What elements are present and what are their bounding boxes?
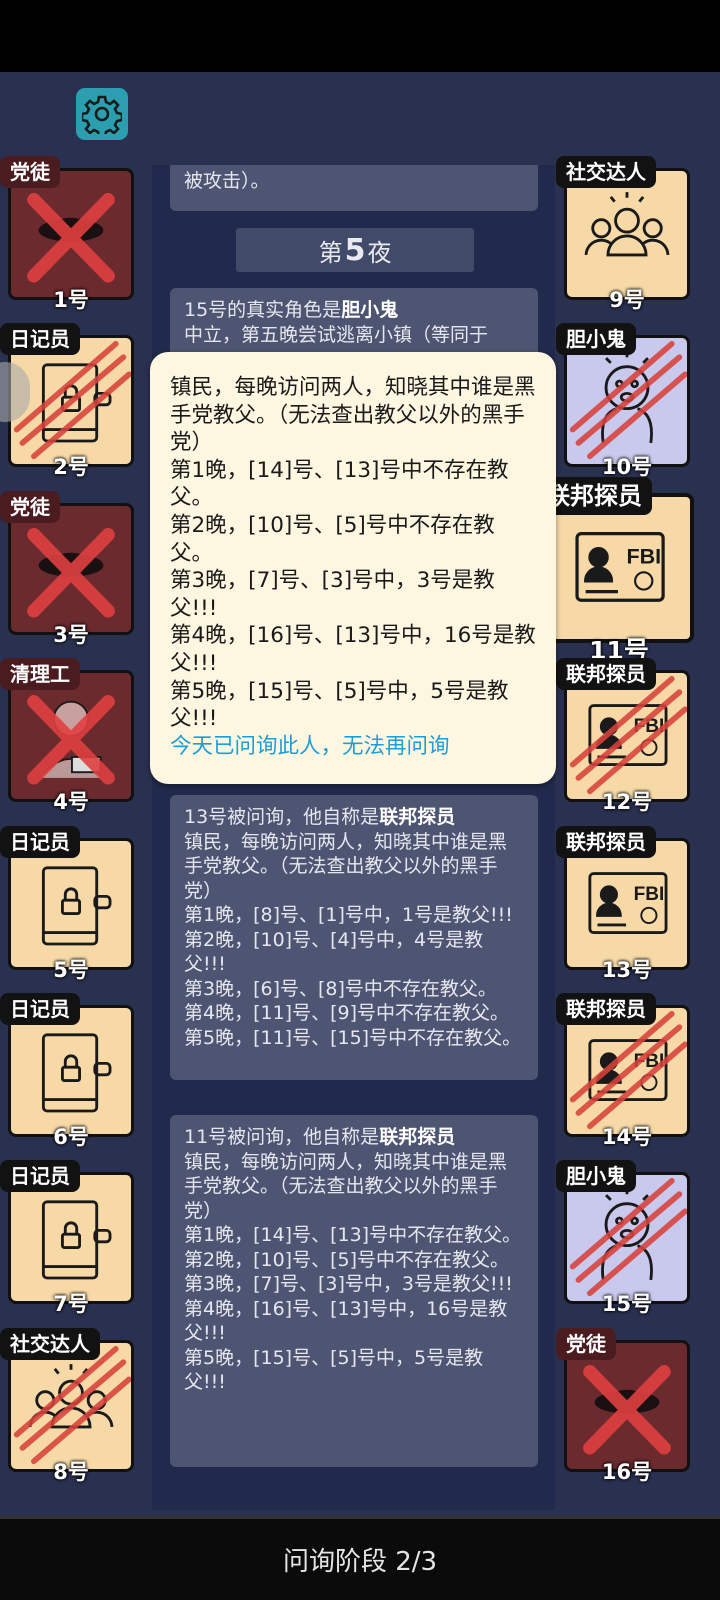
phase-bar: 问询阶段 2/3 [0,1516,720,1600]
player-number: 1号 [53,288,89,312]
inquiry-message-11: 11号被问询，他自称是联邦探员 镇民，每晚访问两人，知晓其中谁是黑手党教父。（无… [170,1115,538,1467]
diary-lock-icon [41,866,112,946]
player-card-14号[interactable]: FBI 联邦探员 14号 [556,993,690,1149]
role-tag: 清理工 [0,658,80,690]
coward-icon [601,351,653,444]
player-card-9号[interactable]: 社交达人 9号 [556,156,690,312]
svg-text:FBI: FBI [627,545,662,569]
player-number: 13号 [601,958,653,982]
gear-icon [82,95,122,134]
player-card-1号[interactable]: 党徒 1号 [0,156,134,312]
player-card-15号[interactable]: 胆小鬼 15号 [556,1160,690,1316]
night-title: 第 5 夜 [236,228,474,272]
player-number: 5号 [53,958,89,982]
diary-lock-icon [41,1200,112,1280]
role-tag: 联邦探员 [556,658,656,690]
role-tag: 联邦探员 [556,826,656,858]
diary-lock-icon [41,1033,112,1113]
inquiry-message-13: 13号被问询，他自称是联邦探员 镇民，每晚访问两人，知晓其中谁是黑手党教父。（无… [170,795,538,1080]
player-card-8号[interactable]: 社交达人 8号 [0,1328,134,1484]
role-tag: 党徒 [0,156,60,188]
role-tag: 联邦探员 [556,993,656,1025]
player-card-7号[interactable]: 日记员 7号 [0,1160,134,1316]
status-bar [0,0,720,72]
player-number: 16号 [601,1460,653,1484]
player-card-4号[interactable]: 清理工 4号 [0,658,134,814]
svg-text:FBI: FBI [634,884,665,905]
role-tag: 日记员 [0,993,80,1025]
message-card: 被攻击）。 [170,165,538,211]
player-number: 4号 [53,790,89,814]
role-detail-popup[interactable]: 镇民，每晚访问两人，知晓其中谁是黑手党教父。（无法查出教父以外的黑手党） 第1晚… [150,352,556,784]
role-card: FBI [544,493,694,643]
role-tag: 社交达人 [0,1328,100,1360]
player-number: 6号 [53,1125,89,1149]
player-card-16号[interactable]: 党徒 16号 [556,1328,690,1484]
fbi-badge-icon: FBI [588,704,668,766]
role-tag: 党徒 [556,1328,616,1360]
player-number: 3号 [53,623,89,647]
phase-label: 问询阶段 2/3 [282,1547,438,1577]
player-number: 9号 [609,288,645,312]
player-card-5号[interactable]: 日记员 5号 [0,826,134,982]
fbi-badge-icon: FBI [575,531,665,602]
role-tag: 日记员 [0,1160,80,1192]
mafia-hat-icon [38,217,104,242]
role-tag: 日记员 [0,826,80,858]
player-card-12号[interactable]: FBI 联邦探员 12号 [556,658,690,814]
svg-text:FBI: FBI [634,716,665,737]
fbi-badge-icon: FBI [588,872,668,934]
player-number: 14号 [601,1125,653,1149]
player-number: 2号 [53,455,89,479]
svg-text:FBI: FBI [634,1051,665,1072]
role-tag: 社交达人 [556,156,656,188]
cleaner-icon [38,700,104,779]
mafia-hat-icon [38,552,104,577]
role-tag: 日记员 [0,323,80,355]
player-card-13号[interactable]: FBI 联邦探员 13号 [556,826,690,982]
player-card-6号[interactable]: 日记员 6号 [0,993,134,1149]
player-number: 7号 [53,1292,89,1316]
coward-icon [601,1188,653,1281]
player-number: 8号 [53,1460,89,1484]
player-number: 12号 [601,790,653,814]
socialite-icon [28,1364,114,1429]
settings-button[interactable] [76,88,128,140]
player-card-11号[interactable]: FBI 联邦探员 11号 [536,477,696,665]
socialite-icon [584,192,670,257]
player-card-10号[interactable]: 胆小鬼 10号 [556,323,690,479]
role-tag: 党徒 [0,491,60,523]
inquiry-hint: 今天已问询此人，无法再问询 [170,733,450,759]
player-number: 15号 [601,1292,653,1316]
message-text: 被攻击）。 [184,170,270,192]
role-tag: 胆小鬼 [556,323,636,355]
mafia-hat-icon [594,1389,660,1414]
fbi-badge-icon: FBI [588,1039,668,1101]
player-card-3号[interactable]: 党徒 3号 [0,491,134,647]
role-tag: 胆小鬼 [556,1160,636,1192]
